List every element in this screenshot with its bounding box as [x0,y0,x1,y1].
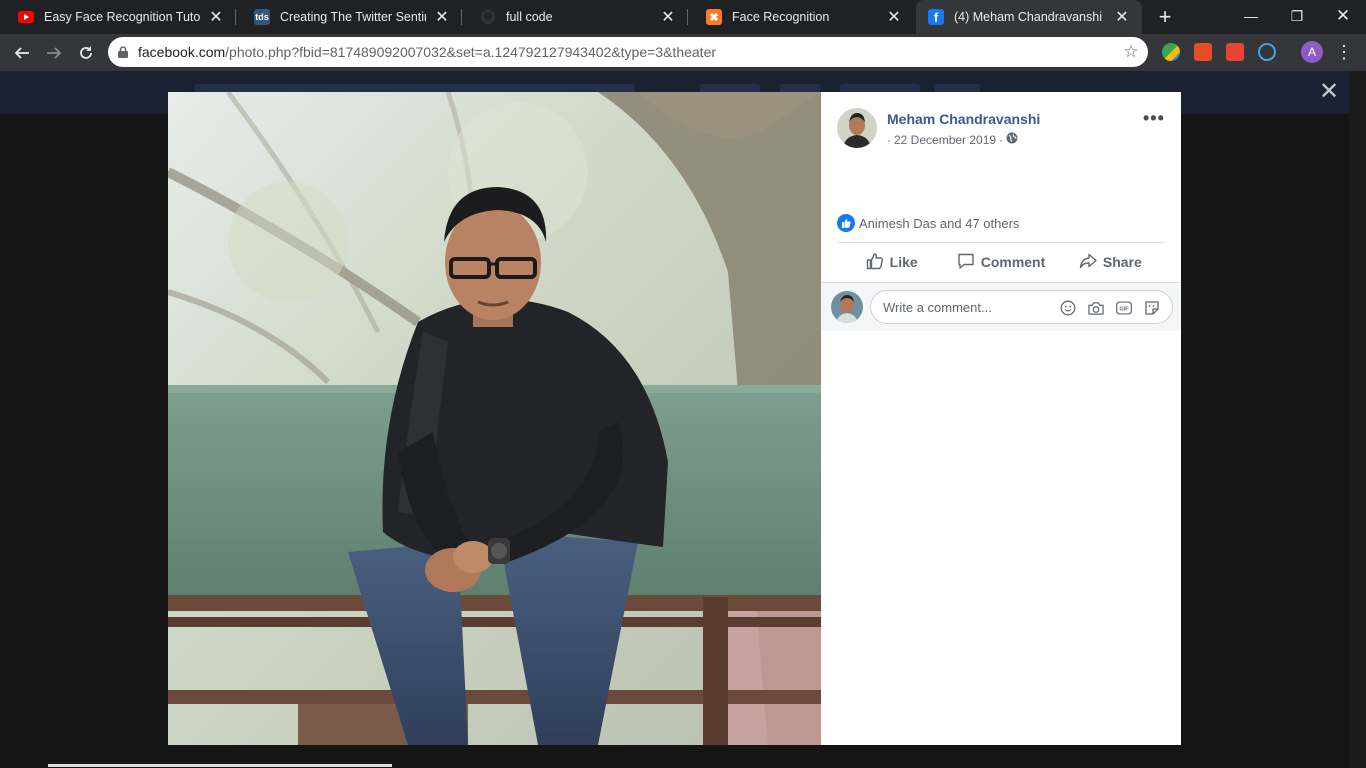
restore-button[interactable]: ❐ [1274,0,1320,32]
xampp-icon: ✖ [706,9,722,25]
thumbs-up-icon [866,252,884,273]
post-meta: · 22 December 2019 · [887,132,1018,147]
extension-circle-icon[interactable] [1258,43,1276,61]
comment-label: Comment [980,254,1046,270]
comment-placeholder: Write a comment... [883,299,992,315]
comment-composer: Write a comment... GIF [821,283,1181,331]
url-text: facebook.com/photo.php?fbid=817489092007… [138,44,1114,60]
comment-button[interactable]: Comment [946,244,1055,280]
back-button[interactable] [8,39,36,67]
address-bar[interactable]: facebook.com/photo.php?fbid=817489092007… [108,37,1148,67]
more-options-icon[interactable]: ••• [1143,108,1165,129]
tab-title: Easy Face Recognition Tutorial [44,10,200,24]
back-arrow-icon [14,47,29,59]
facebook-icon: f [928,9,944,25]
comment-bubble-icon [957,252,975,273]
bottom-bar-ghost [48,764,392,767]
divider [837,242,1165,243]
reactions-summary[interactable]: Animesh Das and 47 others [837,214,1019,232]
post-photo[interactable] [168,92,821,745]
bookmark-star-icon[interactable]: ☆ [1114,42,1148,62]
reload-button[interactable] [72,39,100,67]
globe-icon[interactable] [1006,132,1018,147]
forward-arrow-icon [47,47,62,59]
close-theater-icon[interactable]: ✕ [1318,78,1340,105]
url-path: /photo.php?fbid=817489092007032&set=a.12… [225,44,717,60]
comment-input[interactable]: Write a comment... GIF [870,290,1173,324]
minimize-button[interactable]: — [1228,0,1274,32]
like-button[interactable]: Like [837,244,946,280]
tab-title: full code [506,10,553,24]
tds-icon: tds [254,9,270,25]
like-reaction-icon [837,214,855,232]
chrome-menu-icon[interactable]: ⋮ [1334,40,1354,64]
lock-icon[interactable] [108,46,138,58]
extension-red-icon[interactable] [1194,43,1212,61]
tab-facebook[interactable]: f (4) Meham Chandravanshi ✕ [916,0,1142,34]
tab-github[interactable]: full code ✕ [462,0,688,34]
tab-close-icon[interactable]: ✕ [658,7,678,27]
tab-title: Face Recognition [732,10,830,24]
svg-text:GIF: GIF [1119,306,1129,312]
tab-tds[interactable]: tds Creating The Twitter Sentiment ✕ [236,0,462,34]
meta-dot: · [999,132,1004,147]
tab-title: Creating The Twitter Sentiment [280,10,426,24]
profile-avatar[interactable]: A [1301,41,1323,63]
post-date[interactable]: 22 December 2019 [894,133,996,147]
meta-dot: · [887,132,891,147]
reload-icon [80,46,92,59]
url-host: facebook.com [138,44,226,60]
sticker-icon[interactable] [1144,300,1160,316]
author-avatar[interactable] [837,108,877,148]
tab-xampp[interactable]: ✖ Face Recognition ✕ [688,0,914,34]
post-side-panel: Meham Chandravanshi · 22 December 2019 ·… [821,92,1181,745]
like-label: Like [889,254,918,270]
extension-colorful-icon[interactable] [1162,43,1180,61]
page-scrollbar[interactable] [1349,71,1366,768]
reactions-text: Animesh Das and 47 others [859,215,1020,231]
youtube-icon [18,9,34,25]
share-label: Share [1102,254,1142,270]
camera-icon[interactable] [1088,300,1104,316]
post-actions: Like Comment Share [837,244,1165,280]
browser-toolbar: facebook.com/photo.php?fbid=817489092007… [0,34,1366,71]
extension-octopus-icon[interactable] [1226,43,1244,61]
share-arrow-icon [1079,252,1097,273]
tab-close-icon[interactable]: ✕ [206,7,226,27]
github-icon [480,9,496,25]
window-close-button[interactable]: ✕ [1320,0,1366,32]
tab-close-icon[interactable]: ✕ [432,7,452,27]
facebook-theater-page: ✕ Meham Chandravanshi · 22 December 2019… [0,71,1366,768]
forward-button[interactable] [40,39,68,67]
comment-input-icons: GIF [1060,300,1160,316]
share-button[interactable]: Share [1056,244,1165,280]
current-user-avatar[interactable] [831,291,863,323]
browser-tab-strip: Easy Face Recognition Tutorial ✕ tds Cre… [0,0,1366,34]
author-name-link[interactable]: Meham Chandravanshi [887,111,1040,127]
new-tab-button[interactable]: + [1153,4,1177,29]
tab-close-icon[interactable]: ✕ [1112,7,1132,27]
tab-youtube[interactable]: Easy Face Recognition Tutorial ✕ [0,0,236,34]
emoji-icon[interactable] [1060,300,1076,316]
tab-title: (4) Meham Chandravanshi [954,10,1102,24]
photo-image [168,92,821,745]
gif-icon[interactable]: GIF [1116,300,1132,316]
tab-close-icon[interactable]: ✕ [884,7,904,27]
